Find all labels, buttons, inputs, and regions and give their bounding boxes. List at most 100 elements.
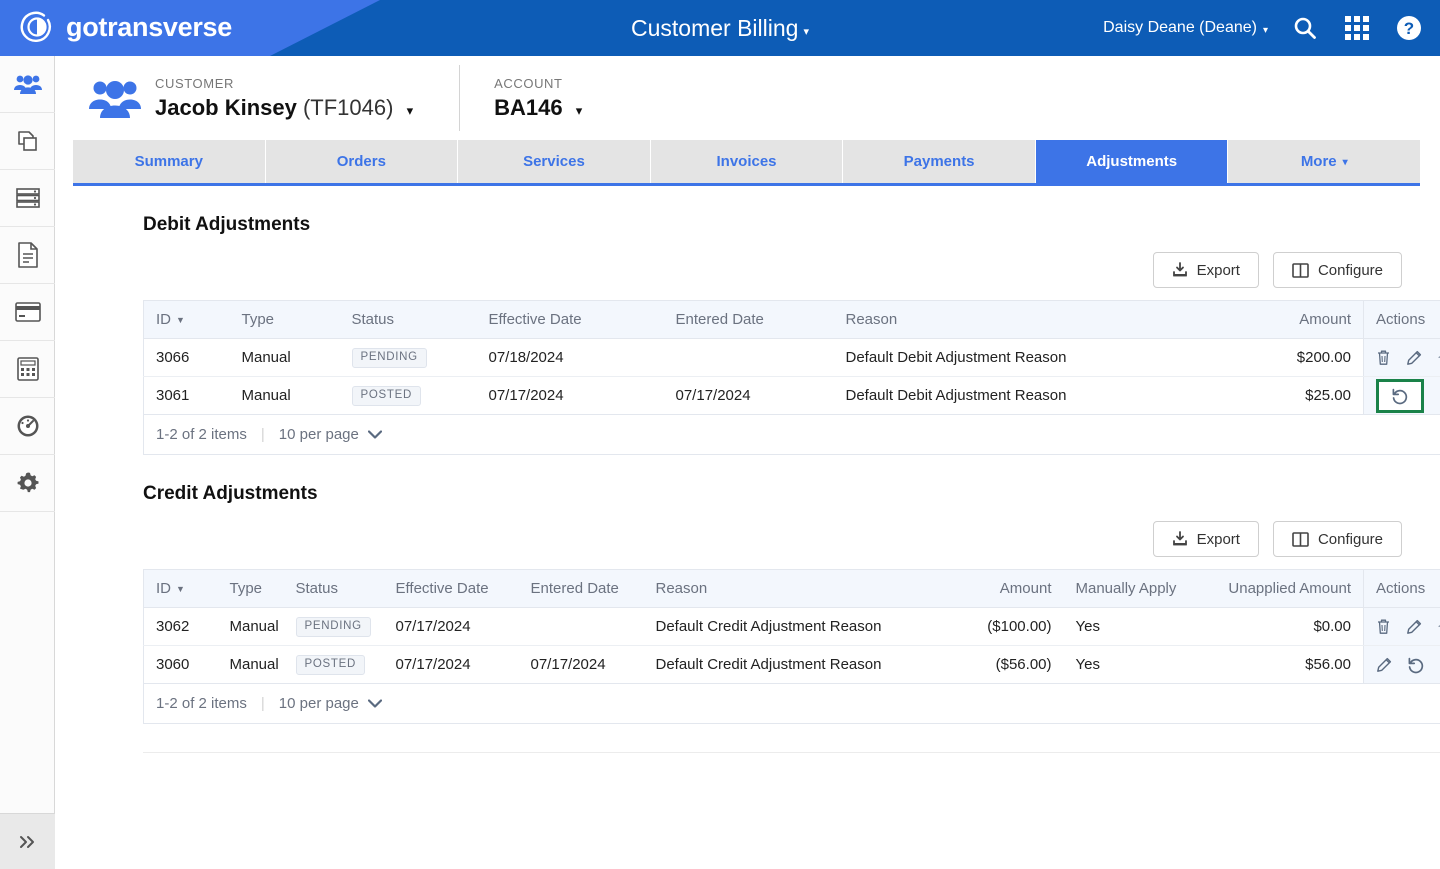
search-icon[interactable] [1290,13,1320,43]
delete-icon[interactable] [1376,618,1391,635]
configure-label: Configure [1317,530,1383,548]
table-row[interactable]: 3066 Manual PENDING 07/18/2024 Default D… [143,338,1440,377]
column-header-status[interactable]: Status [339,300,477,339]
tab-summary[interactable]: Summary [73,140,266,183]
reverse-undo-icon[interactable] [1407,656,1425,674]
edit-icon[interactable] [1376,657,1392,673]
configure-columns-icon [1292,531,1309,547]
tab-label: Invoices [716,153,777,170]
delete-icon[interactable] [1376,349,1391,366]
sidebar-item-documents[interactable] [0,227,55,284]
highlighted-reverse-action[interactable] [1376,378,1424,413]
column-label: Actions [1376,580,1426,597]
column-label: Actions [1376,311,1426,328]
column-header-id[interactable]: ID ▼ [143,569,218,608]
tab-services[interactable]: Services [458,140,651,183]
chevron-down-icon: ▾ [1262,24,1268,36]
cell-id: 3060 [156,656,190,673]
customer-name: Jacob Kinsey [155,94,297,120]
column-header-status[interactable]: Status [283,569,384,608]
per-page-selector[interactable]: 10 per page [279,426,382,443]
cell-effective-date: 07/17/2024 [488,387,564,404]
sidebar-item-settings[interactable] [0,455,55,512]
column-label: Reason [655,580,708,597]
configure-button[interactable]: Configure [1272,521,1402,557]
context-divider [459,65,461,131]
gear-settings-icon [16,471,40,495]
cell-actions [1363,376,1440,415]
column-header-entered-date[interactable]: Entered Date [663,300,834,339]
cell-reason: Default Credit Adjustment Reason [643,607,934,646]
chevron-down-icon: ▾ [1342,157,1348,168]
sort-descending-icon: ▼ [176,584,185,594]
cell-actions [1363,338,1440,377]
cell-entered-date: 07/17/2024 [675,387,751,404]
cell-actions [1363,645,1440,684]
cell-reason: Default Credit Adjustment Reason [655,656,882,673]
sidebar-expand-button[interactable] [0,813,55,869]
table-row[interactable]: 3060 Manual POSTED 07/17/2024 07/17/2024… [144,645,1440,684]
column-header-type[interactable]: Type [229,300,340,339]
export-button[interactable]: Export [1152,252,1259,288]
sidebar-item-customers[interactable] [0,56,55,113]
column-header-unapplied-amount[interactable]: Unapplied Amount [1211,569,1364,608]
table-row[interactable]: 3062 Manual PENDING 07/17/2024 Default C… [143,607,1440,646]
tab-bar: Summary Orders Services Invoices Payment… [73,140,1421,186]
chevron-down-icon[interactable]: ▾ [407,103,414,118]
tab-label: Payments [903,153,975,170]
configure-button[interactable]: Configure [1272,252,1402,288]
customer-block[interactable]: CUSTOMER Jacob Kinsey (TF1046) ▾ [155,76,413,121]
tab-payments[interactable]: Payments [843,140,1036,183]
column-header-reason[interactable]: Reason [833,300,1164,339]
column-header-manually-apply[interactable]: Manually Apply [1063,569,1212,608]
sidebar-item-copies[interactable] [0,113,55,170]
tab-adjustments[interactable]: Adjustments [1035,140,1229,183]
document-icon [17,242,39,268]
customer-people-icon [89,77,141,119]
column-label: Entered Date [530,580,619,597]
credit-card-icon [14,302,41,322]
cell-manually-apply: Yes [1063,607,1212,646]
debit-pagination: 1-2 of 2 items | 10 per page [143,415,1440,455]
reverse-undo-icon [1391,387,1409,405]
tab-more[interactable]: More ▾ [1228,140,1421,183]
top-header-actions: Daisy Deane (Deane) ▾ ? [1103,0,1424,56]
chevron-down-icon[interactable]: ▾ [576,103,583,118]
column-header-reason[interactable]: Reason [643,569,934,608]
user-menu[interactable]: Daisy Deane (Deane) ▾ [1103,19,1268,37]
main-content: CUSTOMER Jacob Kinsey (TF1046) ▾ ACCOUNT… [55,56,1440,869]
account-value: BA146 [494,94,563,120]
column-header-entered-date[interactable]: Entered Date [518,569,644,608]
sidebar-item-dashboard[interactable] [0,398,55,455]
account-block[interactable]: ACCOUNT BA146 ▾ [494,76,582,121]
cell-entered-date [663,338,834,377]
column-header-type[interactable]: Type [217,569,284,608]
sidebar-item-servers[interactable] [0,170,55,227]
column-header-amount[interactable]: Amount [933,569,1064,608]
debit-toolbar: Export Configure [73,252,1402,288]
export-label: Export [1196,530,1240,548]
sidebar-item-calculator[interactable] [0,341,55,398]
cell-entered-date: 07/17/2024 [530,656,606,673]
edit-icon[interactable] [1406,350,1422,366]
chevron-down-icon [367,699,382,708]
sidebar-item-payments[interactable] [0,284,55,341]
column-header-effective-date[interactable]: Effective Date [476,300,664,339]
edit-icon[interactable] [1406,619,1422,635]
export-button[interactable]: Export [1152,521,1259,557]
apps-grid-icon[interactable] [1342,13,1372,43]
table-row[interactable]: 3061 Manual POSTED 07/17/2024 07/17/2024… [144,376,1440,415]
column-label: ID [156,580,171,597]
help-icon[interactable]: ? [1394,13,1424,43]
tab-invoices[interactable]: Invoices [650,140,844,183]
column-header-amount[interactable]: Amount [1163,300,1364,339]
tab-label: Orders [336,153,386,170]
column-header-effective-date[interactable]: Effective Date [383,569,519,608]
double-chevron-right-icon [18,833,38,851]
column-header-id[interactable]: ID ▼ [143,300,230,339]
column-label: Reason [845,311,898,328]
tab-orders[interactable]: Orders [265,140,459,183]
per-page-selector[interactable]: 10 per page [279,695,382,712]
column-label: Type [241,311,275,328]
credit-adjustments-table: ID ▼ Type Status Effective Date Entered D… [143,569,1440,684]
